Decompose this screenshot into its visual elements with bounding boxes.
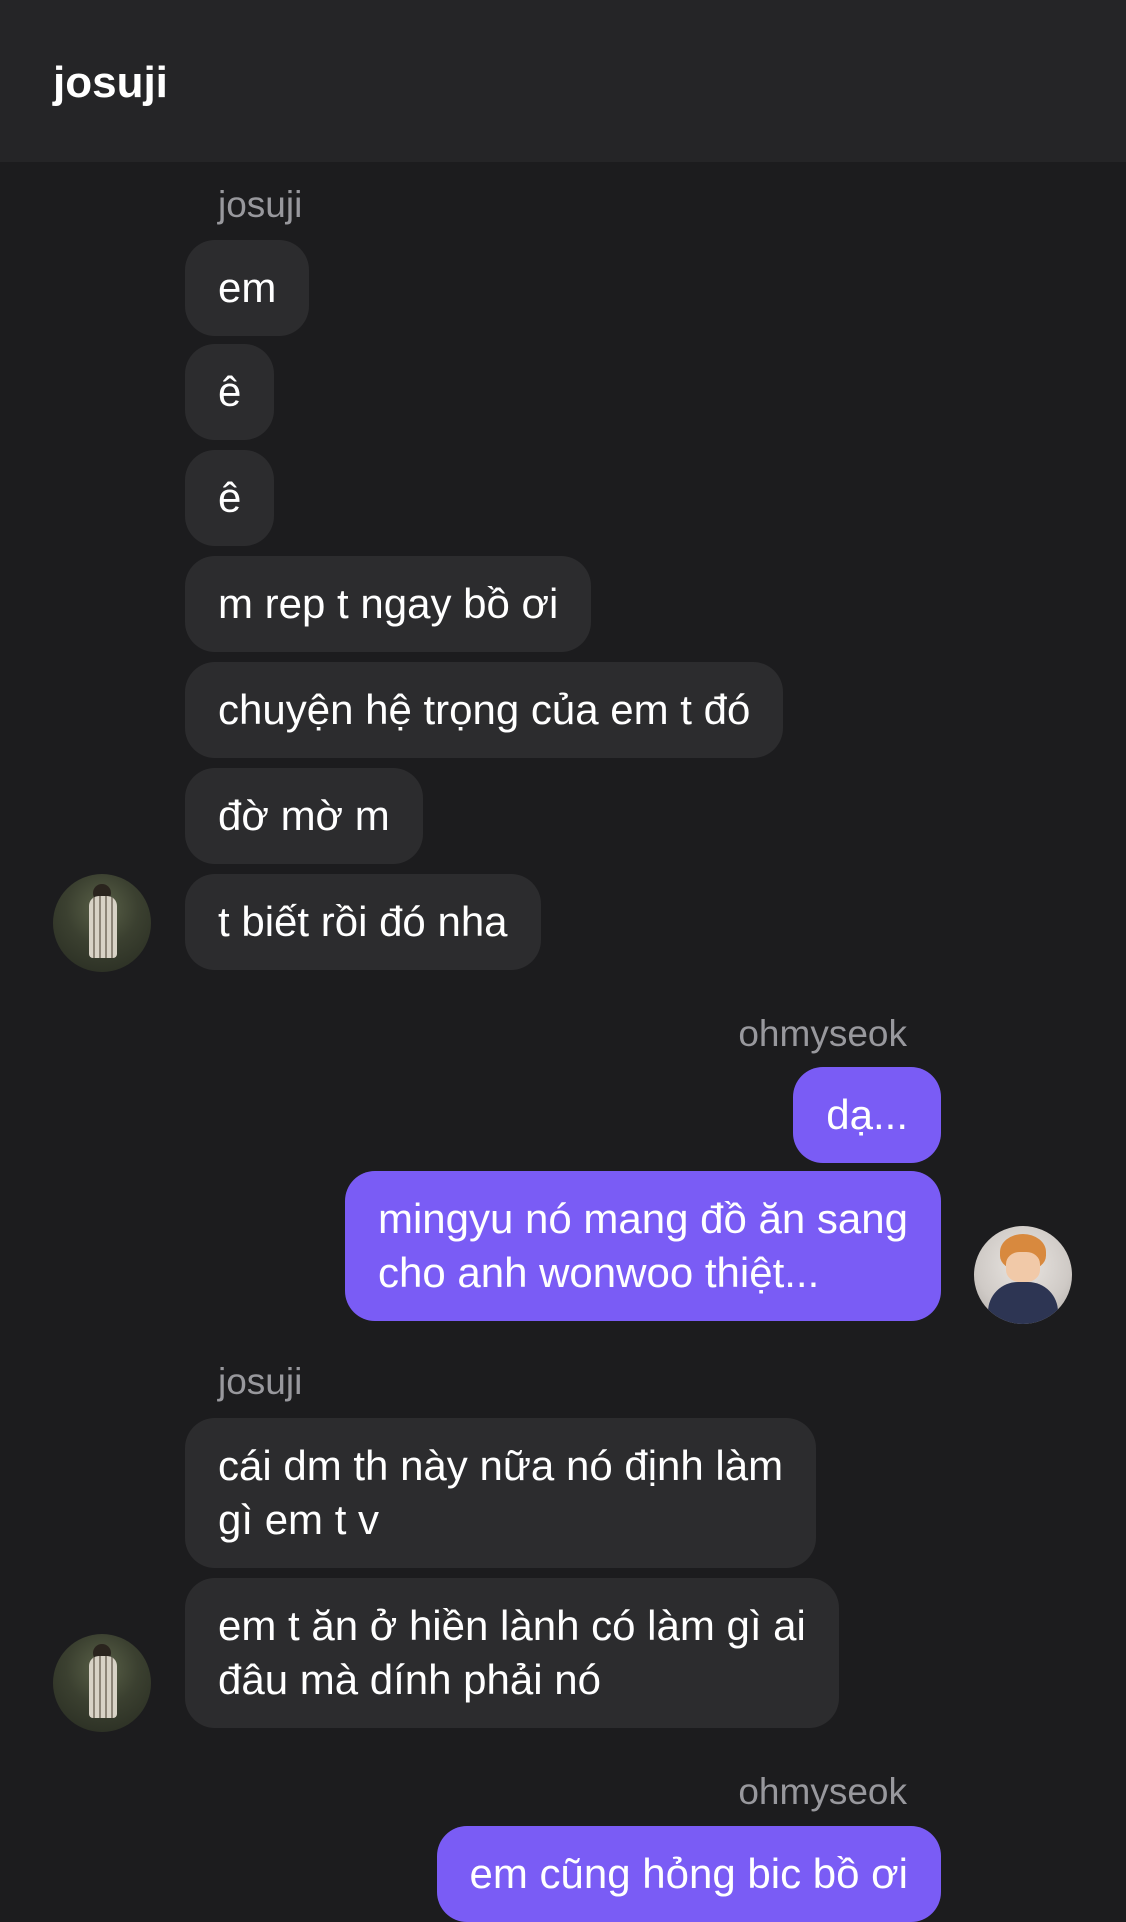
message-bubble[interactable]: dạ... [793,1067,941,1163]
chat-header: josuji [0,0,1126,162]
message-bubble[interactable]: em t ăn ở hiền lành có làm gì ai đâu mà … [185,1578,839,1728]
message-bubble[interactable]: cái dm th này nữa nó định làm gì em t v [185,1418,817,1568]
avatar-josuji[interactable] [53,1634,151,1732]
message-bubble[interactable]: đờ mờ m [185,768,423,864]
message-bubble[interactable]: m rep t ngay bồ ơi [185,556,592,652]
message-list[interactable]: josuji em ê ê m rep t ngay bồ ơi chuyện … [0,162,1126,1922]
message-bubble[interactable]: ê [185,450,275,546]
message-bubble[interactable]: em cũng hỏng bic bồ ơi [436,1826,941,1922]
sender-label-josuji: josuji [218,184,303,225]
avatar-photo-detail [988,1282,1058,1324]
avatar-josuji[interactable] [53,874,151,972]
sender-label-josuji: josuji [218,1361,303,1402]
sender-label-ohmyseok: ohmyseok [738,1771,907,1812]
message-bubble[interactable]: mingyu nó mang đồ ăn sang cho anh wonwoo… [344,1171,941,1321]
sender-label-ohmyseok: ohmyseok [738,1013,907,1054]
message-bubble[interactable]: em [185,240,310,336]
avatar-photo-detail [1006,1252,1040,1282]
avatar-photo-detail [89,896,117,958]
message-bubble[interactable]: ê [185,344,275,440]
avatar-photo-detail [89,1656,117,1718]
avatar-ohmyseok[interactable] [974,1226,1072,1324]
message-bubble[interactable]: chuyện hệ trọng của em t đó [185,662,784,758]
message-bubble[interactable]: t biết rồi đó nha [185,874,541,970]
chat-title[interactable]: josuji [53,58,168,108]
